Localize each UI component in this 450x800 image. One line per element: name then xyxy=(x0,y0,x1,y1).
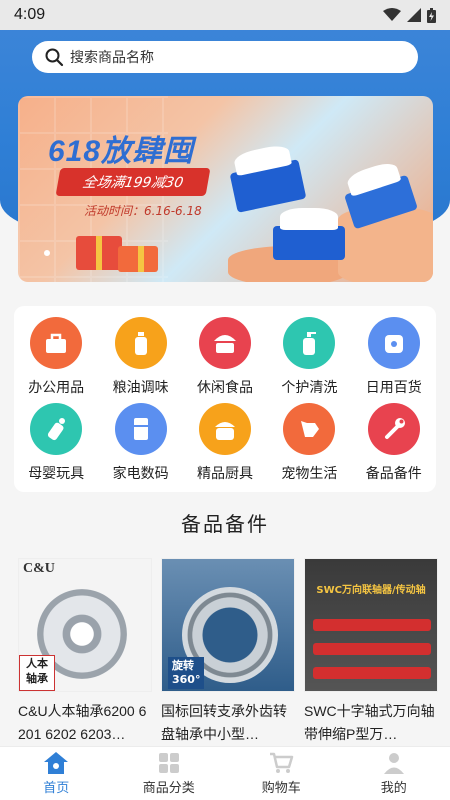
promo-banner[interactable]: 618放肆囤 全场满199减30 活动时间：6.16-6.18 xyxy=(18,96,433,282)
product-card[interactable]: SWC万向联轴器/传动轴 SWC十字轴式万向轴 带伸缩P型万… xyxy=(304,558,438,746)
category-item[interactable]: 备品备件 xyxy=(352,400,436,486)
nav-profile[interactable]: 我的 xyxy=(338,747,450,800)
product-card[interactable]: 旋转 360° 国标回转支承外齿转盘轴承中小型… xyxy=(161,558,295,746)
signal-icon xyxy=(407,8,421,22)
category-item[interactable]: 家电数码 xyxy=(98,400,182,486)
product-image-bearing[interactable]: C&U 人本 轴承 xyxy=(18,558,152,692)
battery-icon xyxy=(427,7,436,23)
pump-bottle-icon xyxy=(283,317,336,369)
user-icon xyxy=(383,753,404,774)
product-list: C&U 人本 轴承 C&U人本轴承6200 6201 6202 6203… 旋转… xyxy=(18,558,438,746)
category-item[interactable]: 日用百货 xyxy=(352,314,436,400)
banner-indicator xyxy=(44,250,50,256)
category-item[interactable]: 休闲食品 xyxy=(183,314,267,400)
fridge-icon xyxy=(114,403,167,455)
category-item[interactable]: 办公用品 xyxy=(14,314,98,400)
product-image-universal-shaft[interactable]: SWC万向联轴器/传动轴 xyxy=(304,558,438,692)
product-image-slewing-bearing[interactable]: 旋转 360° xyxy=(161,558,295,692)
tissue-roll-icon xyxy=(367,317,420,369)
bottle-icon xyxy=(114,317,167,369)
search-bar[interactable]: 搜索商品名称 xyxy=(32,41,418,73)
status-bar: 4:09 xyxy=(0,0,450,30)
search-input[interactable]: 搜索商品名称 xyxy=(70,47,154,67)
category-grid: 办公用品 粮油调味 休闲食品 个护清洗 日用百货 母婴玩具 家电数码 精品厨具 … xyxy=(14,306,436,492)
category-icon xyxy=(158,753,179,773)
wifi-icon xyxy=(383,8,401,21)
rice-cooker-icon xyxy=(198,403,251,455)
search-icon xyxy=(45,48,64,67)
category-item[interactable]: 精品厨具 xyxy=(183,400,267,486)
section-title: 备品备件 xyxy=(181,514,269,536)
category-item[interactable]: 粮油调味 xyxy=(98,314,182,400)
wrench-icon xyxy=(367,403,420,455)
nav-home[interactable]: 首页 xyxy=(0,747,113,800)
briefcase-icon xyxy=(30,317,83,369)
banner-title: 618放肆囤 xyxy=(48,135,195,168)
product-tag: 人本 轴承 xyxy=(19,655,55,691)
product-name[interactable]: 国标回转支承外齿转盘轴承中小型… xyxy=(161,700,295,746)
gift-box-icon xyxy=(118,246,158,272)
home-icon xyxy=(44,752,69,774)
category-item[interactable]: 个护清洗 xyxy=(267,314,351,400)
product-card[interactable]: C&U 人本 轴承 C&U人本轴承6200 6201 6202 6203… xyxy=(18,558,152,746)
banner-ribbon: 全场满199减30 xyxy=(55,168,211,196)
baby-bottle-icon xyxy=(30,403,83,455)
product-name[interactable]: C&U人本轴承6200 6201 6202 6203… xyxy=(18,700,152,746)
cake-icon xyxy=(198,317,251,369)
bottom-nav: 首页 商品分类 购物车 我的 xyxy=(0,746,450,800)
banner-date: 活动时间：6.16-6.18 xyxy=(84,204,202,218)
nav-cart[interactable]: 购物车 xyxy=(225,747,338,800)
tissue-box-image xyxy=(229,159,307,213)
nav-category[interactable]: 商品分类 xyxy=(113,747,226,800)
status-time: 4:09 xyxy=(14,6,46,23)
dog-icon xyxy=(283,403,336,455)
product-tag: SWC万向联轴器/传动轴 xyxy=(316,585,426,596)
brand-label: C&U xyxy=(23,561,55,576)
tissue-box-image xyxy=(273,208,345,260)
product-tag: 旋转 360° xyxy=(168,657,205,689)
category-item[interactable]: 母婴玩具 xyxy=(14,400,98,486)
cart-icon xyxy=(270,752,294,773)
gift-box-icon xyxy=(76,236,122,270)
product-name[interactable]: SWC十字轴式万向轴 带伸缩P型万… xyxy=(304,700,438,746)
category-item[interactable]: 宠物生活 xyxy=(267,400,351,486)
